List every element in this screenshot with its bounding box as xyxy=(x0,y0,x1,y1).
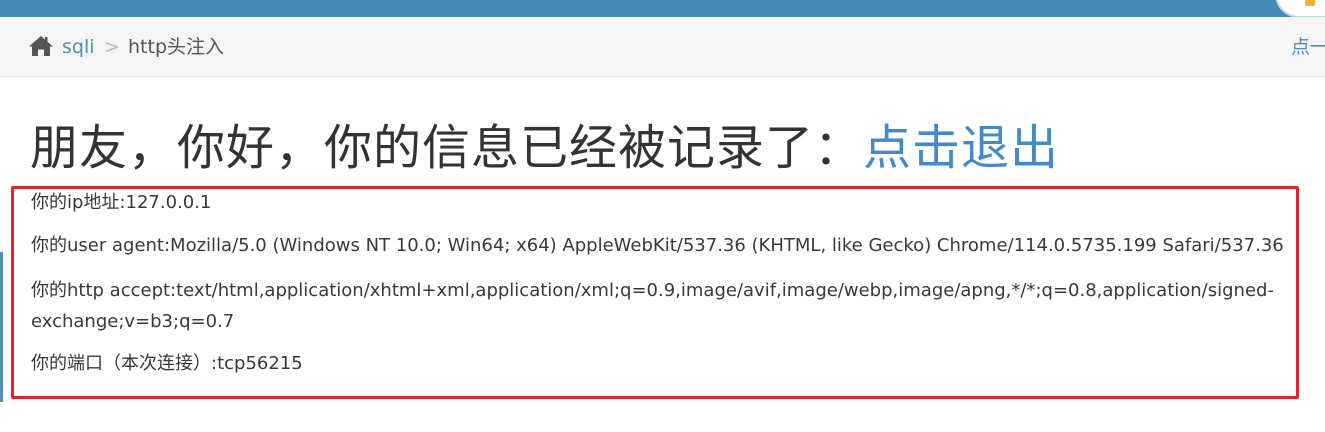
logout-link[interactable]: 点击退出 xyxy=(863,120,1059,176)
home-icon[interactable] xyxy=(28,35,54,57)
breadcrumb-link-sqli[interactable]: sqli xyxy=(62,35,95,59)
side-accent-bar xyxy=(0,252,3,402)
avatar-badge xyxy=(1305,0,1315,6)
breadcrumb: sqli > http头注入 点一 xyxy=(0,17,1325,77)
user-agent-text: 你的user agent:Mozilla/5.0 (Windows NT 10.… xyxy=(31,235,1284,256)
top-navbar xyxy=(0,0,1325,17)
http-accept-text: 你的http accept:text/html,application/xhtm… xyxy=(31,280,1274,301)
port-text: 你的端口（本次连接）:tcp56215 xyxy=(31,353,303,374)
breadcrumb-separator-chevron-icon: > xyxy=(104,36,120,58)
breadcrumb-current-page: http头注入 xyxy=(128,36,225,58)
http-accept-text-continued: exchange;v=b3;q=0.7 xyxy=(31,311,235,332)
breadcrumb-right-link[interactable]: 点一 xyxy=(1291,35,1325,59)
page-title: 朋友，你好，你的信息已经被记录了：点击退出 xyxy=(30,116,1059,180)
page-title-text: 朋友，你好，你的信息已经被记录了： xyxy=(30,120,864,176)
ip-address-text: 你的ip地址:127.0.0.1 xyxy=(31,192,212,213)
